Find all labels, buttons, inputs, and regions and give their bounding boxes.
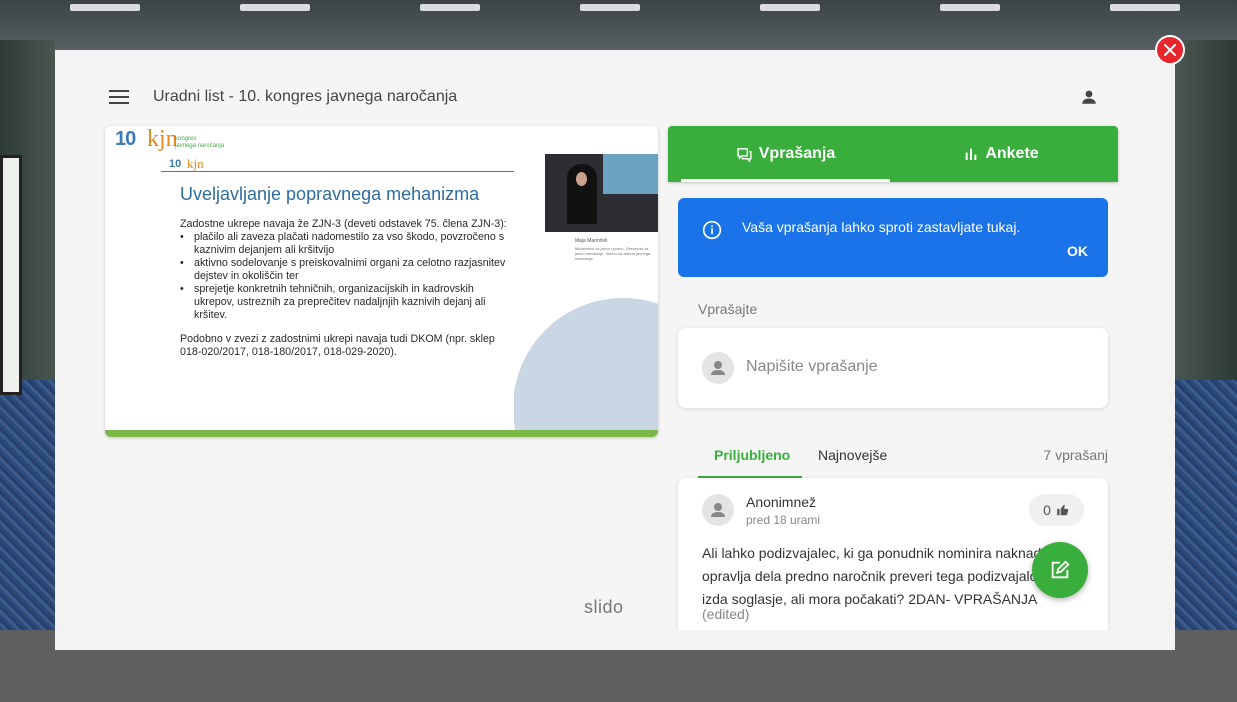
info-text: Vaša vprašanja lahko sproti zastavljate … bbox=[742, 219, 1021, 235]
tab-polls[interactable]: Ankete bbox=[890, 126, 1112, 182]
speaker-role: Ministrstvo za javno upravo, Direktorat … bbox=[575, 246, 651, 261]
edit-icon bbox=[1051, 560, 1070, 579]
info-banner: Vaša vprašanja lahko sproti zastavljate … bbox=[678, 198, 1108, 277]
sort-tabs: Priljubljeno Najnovejše 7 vprašanj bbox=[698, 435, 1108, 479]
slide-rule bbox=[161, 171, 514, 172]
logo-kjn: kjn bbox=[147, 126, 178, 152]
slide-body: Zadostne ukrepe navaja že ZJN-3 (deveti … bbox=[180, 218, 510, 359]
presentation-slide: 10 kjn kongres javnega naročanja 10 kjn … bbox=[105, 126, 658, 437]
info-ok-button[interactable]: OK bbox=[1067, 243, 1088, 259]
slide-heading: Uveljavljanje popravnega mehanizma bbox=[180, 184, 480, 204]
avatar bbox=[702, 494, 734, 526]
tab-newest[interactable]: Najnovejše bbox=[818, 447, 887, 463]
tab-questions[interactable]: Vprašanja bbox=[681, 126, 890, 182]
hamburger-menu-icon[interactable] bbox=[109, 90, 129, 106]
question-input[interactable]: Napišite vprašanje bbox=[678, 328, 1108, 408]
like-count: 0 bbox=[1043, 502, 1051, 518]
ask-label: Vprašajte bbox=[698, 301, 758, 317]
tab-questions-label: Vprašanja bbox=[758, 145, 836, 162]
avatar bbox=[702, 352, 734, 384]
panel-tabs: Vprašanja Ankete bbox=[668, 126, 1118, 182]
slide-intro: Zadostne ukrepe navaja že ZJN-3 (deveti … bbox=[180, 218, 507, 230]
speaker-video bbox=[545, 154, 658, 232]
close-icon bbox=[1164, 44, 1176, 56]
slide-bullet: sprejetje konkretnih tehničnih, organiza… bbox=[180, 283, 510, 322]
user-account-icon[interactable] bbox=[1080, 88, 1098, 106]
inner-logo-kjn: kjn bbox=[187, 156, 204, 171]
active-tab-indicator bbox=[681, 179, 890, 182]
slide-decor-arc bbox=[513, 298, 658, 437]
speaker-name: Maja Marinček bbox=[575, 238, 608, 244]
slide-footer-strip bbox=[105, 430, 658, 437]
chat-bubbles-icon bbox=[737, 147, 752, 163]
slido-frame: Uradni list - 10. kongres javnega naroča… bbox=[75, 70, 1139, 630]
slido-logo: slido bbox=[584, 597, 624, 617]
compose-button[interactable] bbox=[1032, 542, 1088, 598]
question-count: 7 vprašanj bbox=[1043, 447, 1108, 463]
question-author: Anonimnež bbox=[746, 494, 817, 510]
logo-number: 10 bbox=[115, 128, 136, 150]
app-header: Uradni list - 10. kongres javnega naroča… bbox=[75, 70, 1139, 126]
slide-closing: Podobno v zvezi z zadostnimi ukrepi nava… bbox=[180, 333, 495, 358]
bar-chart-icon bbox=[965, 148, 977, 160]
close-button[interactable] bbox=[1155, 35, 1185, 65]
question-edited: (edited) bbox=[702, 606, 750, 622]
slide-logo-bar: 10 kjn kongres javnega naročanja bbox=[105, 126, 658, 156]
question-time: pred 18 urami bbox=[746, 513, 821, 527]
slide-bullets: plačilo ali zaveza plačati nadomestilo z… bbox=[180, 231, 510, 322]
like-button[interactable]: 0 bbox=[1029, 494, 1084, 526]
event-title: Uradni list - 10. kongres javnega naroča… bbox=[153, 88, 458, 105]
inner-logo-number: 10 bbox=[169, 158, 182, 170]
tab-polls-label: Ankete bbox=[985, 145, 1039, 162]
slide-content: 10 kjn Uveljavljanje popravnega mehanizm… bbox=[161, 154, 514, 430]
logo-text: kongres javnega naročanja bbox=[175, 136, 225, 149]
tab-popular[interactable]: Priljubljeno bbox=[714, 447, 790, 463]
slido-modal: Uradni list - 10. kongres javnega naroča… bbox=[55, 50, 1175, 650]
slide-bullet: aktivno sodelovanje s preiskovalnimi org… bbox=[180, 257, 510, 283]
info-icon bbox=[702, 220, 722, 240]
display-board bbox=[0, 155, 22, 395]
slide-bullet: plačilo ali zaveza plačati nadomestilo z… bbox=[180, 231, 510, 257]
thumbs-up-icon bbox=[1057, 504, 1069, 516]
question-placeholder: Napišite vprašanje bbox=[746, 358, 878, 375]
